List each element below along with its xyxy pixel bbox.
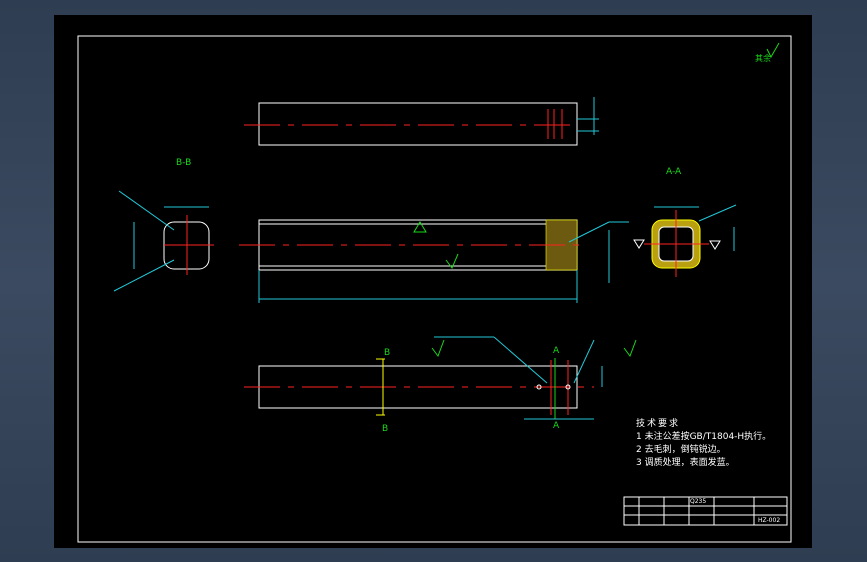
top-view-outline [258,102,578,146]
section-bb-label: B-B [176,158,191,168]
tech-requirement-item: 1 未注公差按GB/T1804-H执行。 [636,432,772,442]
datum-symbol-1 [633,239,645,249]
aa-leader [698,204,737,222]
roughness-symbol-3 [431,339,445,358]
bb-leader-bottom [113,259,175,292]
section-aa: A-A [633,167,737,277]
bv-leader-diag [493,336,548,384]
bv-leader-right [573,339,595,384]
section-aa-label: A-A [666,167,682,177]
title-block-drawing-no: HZ-002 [758,517,781,524]
datum-symbol-2 [709,240,721,250]
cut-a-label-top: A [553,346,560,356]
tech-requirements: 技术要求 1 未注公差按GB/T1804-H执行。 2 去毛刺，倒钝锐边。 3 … [636,418,771,470]
bottom-view: B B A A [244,336,637,434]
front-view [239,219,629,303]
cut-b-label-top: B [384,348,390,358]
svg-text:其余: 其余 [755,53,771,63]
section-bb: B-B [113,158,214,292]
tech-requirement-item: 2 去毛刺，倒钝锐边。 [636,445,726,455]
cut-a-label-bottom: A [553,421,560,431]
top-view [244,97,599,146]
tech-requirement-item: 3 调质处理，表面发蓝。 [636,458,735,468]
bb-leader-top [118,190,175,231]
drawing-sheet: 其余 B-B A-A B B A A 技术要求 1 未注公差按GB/T1804-… [54,15,812,548]
tech-requirements-title: 技术要求 [636,419,681,429]
title-block-material: Q235 [690,498,707,505]
roughness-symbol-general: 其余 [755,42,780,63]
cut-b-label-bottom: B [382,424,388,434]
roughness-symbol-4 [623,339,637,358]
